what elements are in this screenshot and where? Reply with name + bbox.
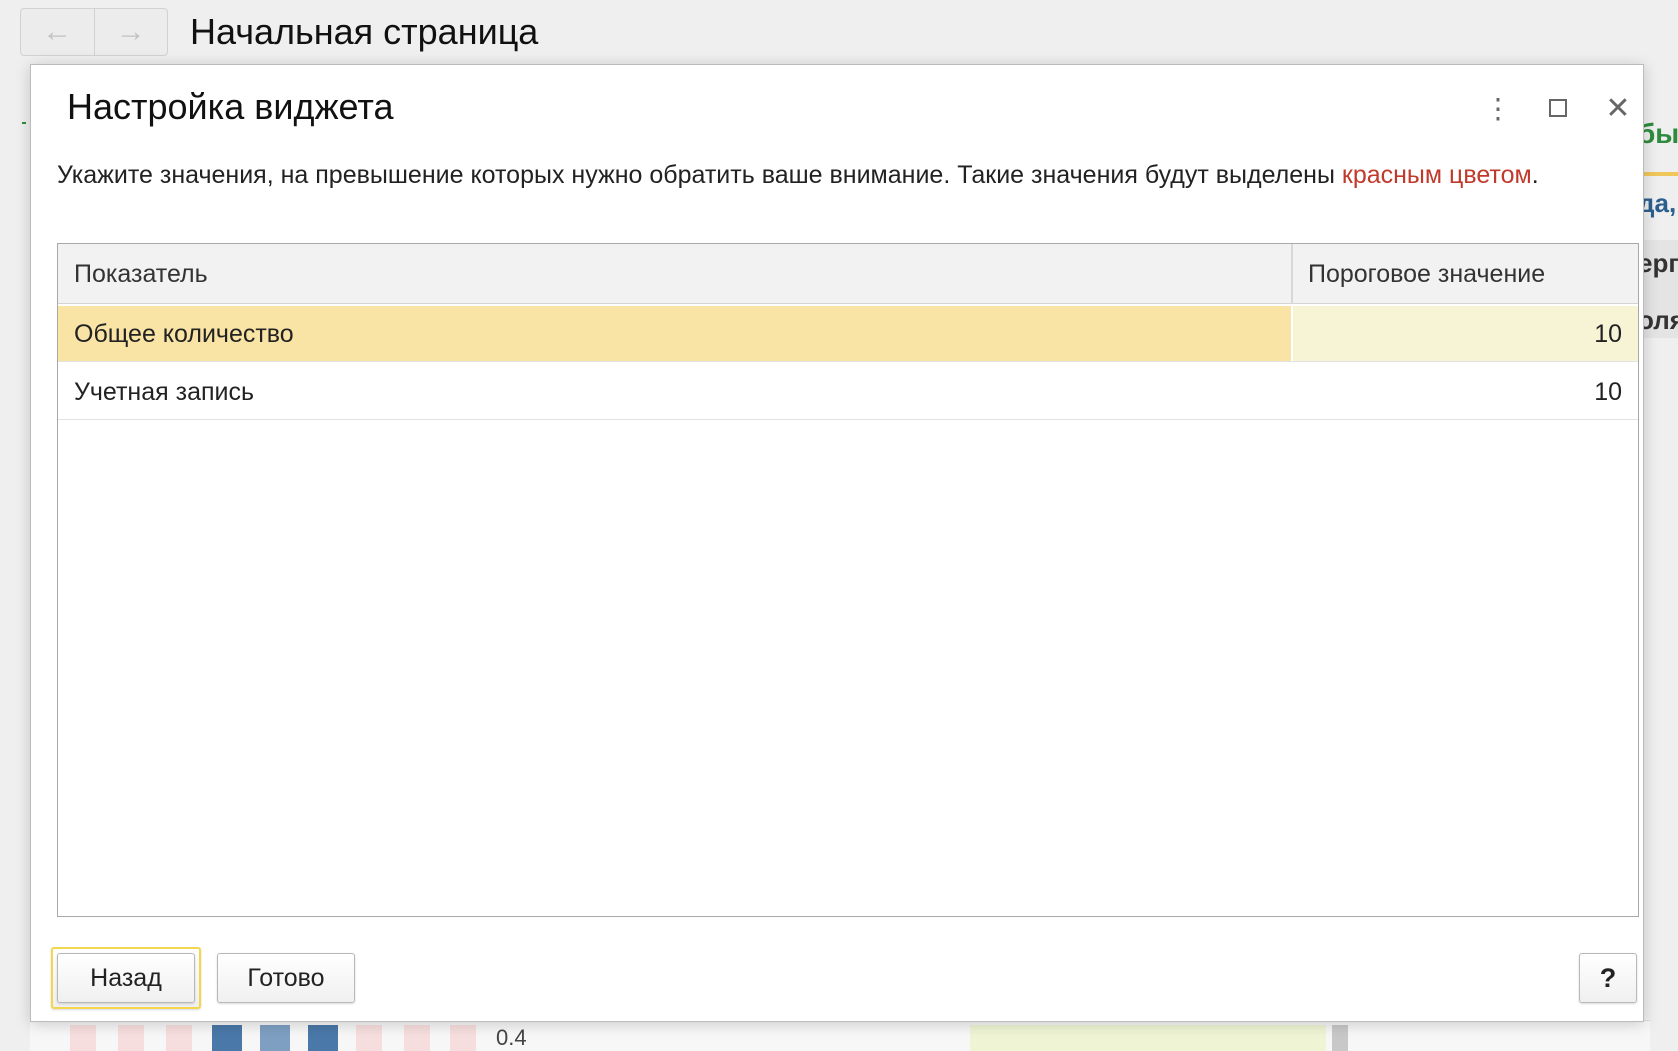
table-header: Показатель Пороговое значение (58, 244, 1638, 304)
page-title: Начальная страница (190, 11, 539, 52)
nav-forward-button[interactable]: → (93, 9, 168, 55)
background-chart-bar (118, 1025, 144, 1051)
done-button[interactable]: Готово (217, 953, 355, 1003)
background-chart-bar (404, 1025, 430, 1051)
indicator-label: Общее количество (74, 320, 294, 348)
background-chart-bar (356, 1025, 382, 1051)
widget-settings-dialog: Настройка виджета ⋮ ✕ Укажите значения, … (30, 64, 1644, 1022)
background-accent-line (1642, 172, 1678, 176)
background-chart-bar (70, 1025, 96, 1051)
background-text-fragment: бы (1638, 118, 1678, 149)
background-chart-label: 0.4 (496, 1025, 527, 1050)
nav-button-group: ← → (20, 8, 168, 56)
background-marker (22, 122, 26, 124)
indicator-cell[interactable]: Учетная запись (58, 364, 1291, 419)
help-button[interactable]: ? (1579, 953, 1637, 1003)
indicator-label: Учетная запись (74, 378, 255, 406)
background-chart-bar (450, 1025, 476, 1051)
table-row[interactable]: Общее количество 10 (58, 306, 1638, 362)
indicator-cell[interactable]: Общее количество (58, 306, 1291, 361)
column-header-indicator[interactable]: Показатель (74, 244, 208, 304)
threshold-value: 10 (1594, 378, 1622, 406)
table-row[interactable]: Учетная запись 10 (58, 364, 1638, 420)
maximize-icon[interactable] (1543, 93, 1573, 123)
threshold-cell[interactable]: 10 (1293, 364, 1638, 419)
arrow-left-icon: ← (42, 15, 73, 48)
dialog-title: Настройка виджета (67, 86, 394, 127)
background-link-fragment: да, (1638, 188, 1677, 218)
threshold-cell[interactable]: 10 (1293, 306, 1638, 361)
background-chart-bar (212, 1025, 242, 1051)
background-chart-scrollbar (1332, 1025, 1348, 1051)
background-text-fragment: ерг (1638, 248, 1678, 278)
hint-text: Укажите значения, на превышение которых … (57, 161, 1342, 189)
background-text-fragment: оля (1638, 305, 1678, 335)
threshold-value: 10 (1594, 320, 1622, 348)
background-chart-bar (308, 1025, 338, 1051)
threshold-table: Показатель Пороговое значение Общее коли… (57, 243, 1639, 917)
hint-end: . (1531, 161, 1539, 189)
dialog-hint: Укажите значения, на превышение которых … (57, 157, 1637, 193)
arrow-right-icon: → (115, 15, 146, 48)
background-chart-bar (166, 1025, 192, 1051)
more-vertical-icon[interactable]: ⋮ (1483, 93, 1513, 124)
back-button[interactable]: Назад (57, 953, 195, 1003)
background-chart-bar (260, 1025, 290, 1051)
background-chart-highlight (970, 1025, 1326, 1051)
column-separator[interactable] (1291, 244, 1293, 304)
close-icon[interactable]: ✕ (1603, 92, 1633, 125)
nav-back-button[interactable]: ← (21, 9, 94, 55)
background-chart-strip: 0.4 (30, 1020, 1650, 1051)
hint-highlight: красным цветом (1341, 161, 1532, 189)
column-header-threshold[interactable]: Пороговое значение (1308, 244, 1545, 304)
